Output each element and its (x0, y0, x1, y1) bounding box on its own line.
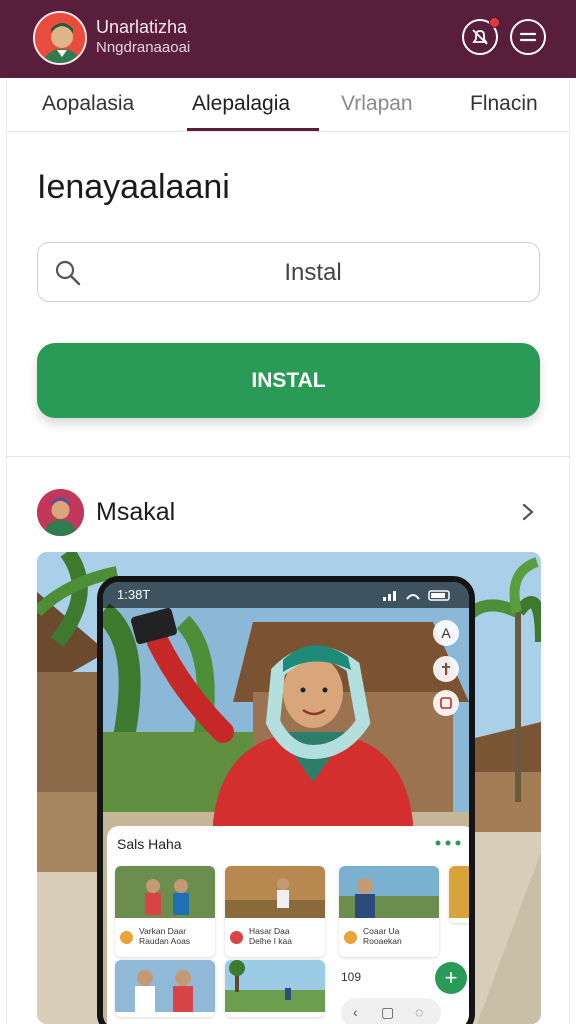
tab-3[interactable]: Vrlapan (341, 92, 413, 116)
search-icon (55, 260, 81, 286)
app-title: Unarlatizha (96, 17, 188, 37)
text-tool-icon[interactable]: A (433, 620, 459, 646)
signal-battery-icon (383, 590, 450, 601)
thumbnail-caption: Hasar Daa (249, 926, 290, 936)
share-thumbnail-partial[interactable] (449, 866, 469, 923)
menu-icon (519, 32, 537, 42)
post-author-avatar[interactable] (37, 489, 84, 536)
recents-nav-icon[interactable]: ◌ (415, 1004, 423, 1020)
phone-status-bar: 1:38T (103, 582, 469, 608)
share-thumbnail[interactable]: Hasar Daa Delhe I kaa (225, 866, 325, 957)
notification-button[interactable] (462, 17, 500, 55)
tab-bar: Aopalasia Alepalagia Vrlapan Flnacin (6, 78, 570, 132)
phone-time: 1:38T (117, 587, 151, 602)
chevron-right-icon[interactable] (518, 500, 538, 524)
install-button[interactable]: INSTAL (37, 343, 540, 418)
post-author-name[interactable]: Msakal (96, 498, 175, 527)
notification-bell-icon (472, 29, 488, 45)
thumbnail-caption: Coaar Ua (363, 926, 400, 936)
search-box (37, 242, 540, 302)
share-thumbnail[interactable]: Varkan Daar Raudan Aoas (115, 866, 215, 957)
content-border-right (569, 132, 570, 1024)
thumbnail-image (115, 960, 215, 1012)
tab-4[interactable]: Flnacin (470, 92, 538, 116)
notification-dot (489, 17, 500, 28)
thumbnail-image (339, 866, 439, 918)
search-input[interactable] (98, 253, 528, 293)
profile-avatar[interactable] (33, 11, 87, 65)
thumbnail-image (115, 866, 215, 918)
page-title: Ienayaalaani (37, 168, 230, 206)
back-nav-icon[interactable]: ‹ (353, 1004, 358, 1020)
thumbnail-subcaption: Rooaekan (363, 936, 402, 946)
menu-button[interactable] (510, 19, 546, 55)
more-options-icon[interactable] (435, 840, 461, 846)
share-sheet-title: Sals Haha (117, 836, 182, 852)
sticker-tool-icon[interactable] (433, 690, 459, 716)
thumbnail-subcaption: Raudan Aoas (139, 936, 191, 946)
share-thumbnail[interactable]: Coaar Ua Rooaekan (339, 866, 439, 957)
content-border-left (6, 132, 7, 1024)
post-photo[interactable]: 1:38T A Sals Haha Varkan Daar Raudan Aoa… (37, 552, 541, 1024)
section-divider (6, 456, 570, 457)
tab-2[interactable]: Alepalagia (192, 92, 290, 116)
tab-1[interactable]: Aopalasia (42, 92, 134, 116)
thumbnail-subcaption: Delhe I kaa (249, 936, 292, 946)
pin-tool-icon[interactable] (433, 656, 459, 682)
add-button[interactable]: + (435, 962, 467, 994)
share-thumbnail[interactable] (115, 960, 215, 1017)
active-tab-indicator (187, 128, 319, 131)
share-sheet: Sals Haha Varkan Daar Raudan Aoas Hasar D… (107, 826, 469, 1024)
thumbnail-image (225, 960, 325, 1012)
app-subtitle: Nngdranaaoai (96, 39, 191, 56)
thumbnail-image (225, 866, 325, 918)
thumbnail-caption: Varkan Daar (139, 926, 187, 936)
sheet-count: 109 (341, 970, 362, 984)
phone-mockup: 1:38T A Sals Haha Varkan Daar Raudan Aoa… (97, 576, 475, 1024)
share-thumbnail[interactable] (225, 960, 325, 1017)
app-header: Unarlatizha Nngdranaaoai (0, 0, 576, 78)
phone-nav-bar: ‹ ▢ ◌ (341, 998, 441, 1024)
home-nav-icon[interactable]: ▢ (381, 1004, 394, 1021)
thumbnail-image (449, 866, 469, 918)
